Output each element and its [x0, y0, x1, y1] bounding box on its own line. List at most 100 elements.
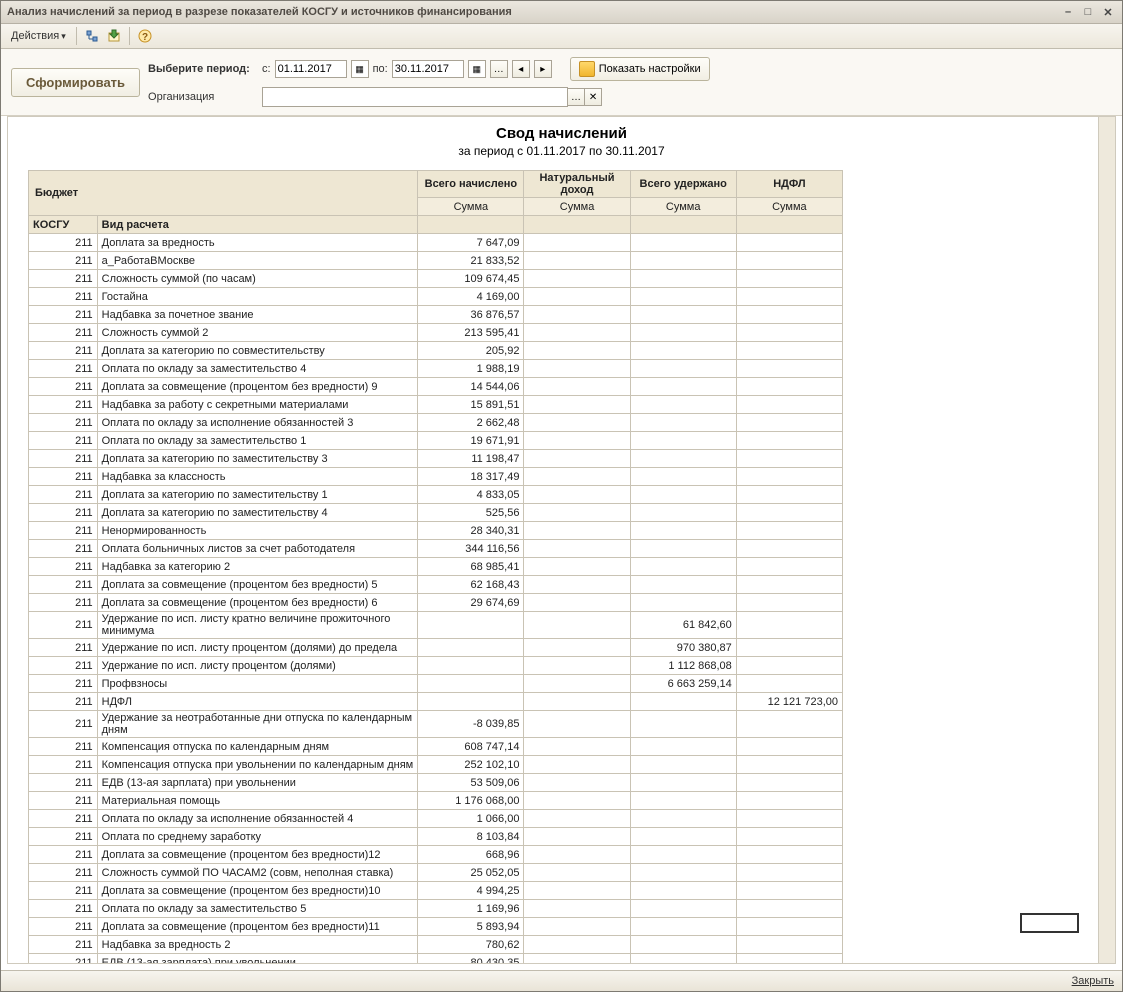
cell-ded: 1 112 868,08 — [630, 657, 736, 675]
cell-nat — [524, 693, 630, 711]
table-row[interactable]: 211Компенсация отпуска при увольнении по… — [29, 756, 843, 774]
table-row[interactable]: 211Профвзносы6 663 259,14 — [29, 675, 843, 693]
collapse-tree-icon[interactable] — [83, 27, 101, 45]
table-row[interactable]: 211Сложность суммой (по часам)109 674,45 — [29, 270, 843, 288]
table-row[interactable]: 211Удержание по исп. листу кратно величи… — [29, 612, 843, 639]
close-link[interactable]: Закрыть — [1072, 975, 1114, 987]
cell-ndfl — [736, 378, 842, 396]
cell-ded — [630, 432, 736, 450]
cell-name: Надбавка за категорию 2 — [97, 558, 418, 576]
table-row[interactable]: 211Оплата по окладу за заместительство 5… — [29, 900, 843, 918]
table-row[interactable]: 211Удержание по исп. листу процентом (до… — [29, 639, 843, 657]
table-row[interactable]: 211Ненормированность28 340,31 — [29, 522, 843, 540]
table-row[interactable]: 211Надбавка за почетное звание36 876,57 — [29, 306, 843, 324]
cell-nat — [524, 792, 630, 810]
table-row[interactable]: 211Доплата за совмещение (процентом без … — [29, 846, 843, 864]
col-kosgu: КОСГУ — [29, 216, 98, 234]
to-label: по: — [373, 63, 388, 75]
cell-nat — [524, 639, 630, 657]
table-row[interactable]: 211Доплата за вредность7 647,09 — [29, 234, 843, 252]
org-label: Организация — [148, 91, 258, 103]
table-row[interactable]: 211Оплата по окладу за исполнение обязан… — [29, 414, 843, 432]
date-from-input[interactable] — [275, 60, 347, 78]
cell-acc: 36 876,57 — [418, 306, 524, 324]
period-prev-button[interactable]: ◂ — [512, 60, 530, 78]
table-row[interactable]: 211Доплата за совмещение (процентом без … — [29, 882, 843, 900]
org-select-button[interactable]: … — [568, 88, 585, 106]
report-scroll[interactable]: Свод начислений за период с 01.11.2017 п… — [8, 117, 1115, 963]
generate-button[interactable]: Сформировать — [11, 68, 140, 97]
cell-ndfl — [736, 657, 842, 675]
cell-kosgu: 211 — [29, 792, 98, 810]
table-row[interactable]: 211Доплата за совмещение (процентом без … — [29, 576, 843, 594]
table-row[interactable]: 211Сложность суммой ПО ЧАСАМ2 (совм, неп… — [29, 864, 843, 882]
cell-nat — [524, 468, 630, 486]
cell-acc — [418, 693, 524, 711]
table-row[interactable]: 211Доплата за совмещение (процентом без … — [29, 378, 843, 396]
period-next-button[interactable]: ▸ — [534, 60, 552, 78]
table-row[interactable]: 211Удержание по исп. листу процентом (до… — [29, 657, 843, 675]
export-icon[interactable] — [105, 27, 123, 45]
organization-input[interactable] — [262, 87, 568, 107]
table-row[interactable]: 211Доплата за категорию по совместительс… — [29, 342, 843, 360]
table-row[interactable]: 211а_РаботаВМоскве21 833,52 — [29, 252, 843, 270]
table-row[interactable]: 211Удержание за неотработанные дни отпус… — [29, 711, 843, 738]
table-row[interactable]: 211Доплата за категорию по заместительст… — [29, 486, 843, 504]
calendar-icon[interactable]: ▦ — [351, 60, 369, 78]
org-clear-button[interactable]: ✕ — [585, 88, 602, 106]
table-row[interactable]: 211ЕДВ (13-ая зарплата) при увольнении80… — [29, 954, 843, 964]
table-row[interactable]: 211Доплата за категорию по заместительст… — [29, 504, 843, 522]
cell-ndfl — [736, 468, 842, 486]
table-row[interactable]: 211Надбавка за категорию 268 985,41 — [29, 558, 843, 576]
cell-kosgu: 211 — [29, 306, 98, 324]
close-icon[interactable]: ✕ — [1100, 5, 1116, 19]
vertical-scrollbar[interactable] — [1098, 117, 1115, 963]
table-row[interactable]: 211Компенсация отпуска по календарным дн… — [29, 738, 843, 756]
date-to-input[interactable] — [392, 60, 464, 78]
cell-kosgu: 211 — [29, 936, 98, 954]
cell-ded — [630, 882, 736, 900]
table-row[interactable]: 211Доплата за категорию по заместительст… — [29, 450, 843, 468]
table-row[interactable]: 211Гостайна4 169,00 — [29, 288, 843, 306]
actions-menu[interactable]: Действия▾ — [7, 30, 70, 42]
cell-nat — [524, 252, 630, 270]
minimize-icon[interactable]: – — [1060, 5, 1076, 19]
cell-ded — [630, 864, 736, 882]
table-row[interactable]: 211Материальная помощь1 176 068,00 — [29, 792, 843, 810]
cell-ndfl — [736, 576, 842, 594]
table-row[interactable]: 211Оплата по окладу за заместительство 4… — [29, 360, 843, 378]
cell-nat — [524, 954, 630, 964]
table-row[interactable]: 211Надбавка за работу с секретными матер… — [29, 396, 843, 414]
cell-ded: 970 380,87 — [630, 639, 736, 657]
cell-ded — [630, 936, 736, 954]
cell-acc: 18 317,49 — [418, 468, 524, 486]
table-row[interactable]: 211Сложность суммой 2213 595,41 — [29, 324, 843, 342]
table-row[interactable]: 211ЕДВ (13-ая зарплата) при увольнении53… — [29, 774, 843, 792]
cell-nat — [524, 738, 630, 756]
cell-ded — [630, 396, 736, 414]
cell-ded — [630, 774, 736, 792]
cell-name: Материальная помощь — [97, 792, 418, 810]
cell-name: Удержание по исп. листу кратно величине … — [97, 612, 418, 639]
maximize-icon[interactable]: □ — [1080, 5, 1096, 19]
cell-acc: 668,96 — [418, 846, 524, 864]
calendar-icon[interactable]: ▦ — [468, 60, 486, 78]
cell-name: Доплата за совмещение (процентом без вре… — [97, 378, 418, 396]
help-icon[interactable]: ? — [136, 27, 154, 45]
table-row[interactable]: 211Оплата по среднему заработку8 103,84 — [29, 828, 843, 846]
table-row[interactable]: 211Надбавка за классность18 317,49 — [29, 468, 843, 486]
table-row[interactable]: 211Доплата за совмещение (процентом без … — [29, 918, 843, 936]
table-row[interactable]: 211Доплата за совмещение (процентом без … — [29, 594, 843, 612]
cell-ndfl — [736, 774, 842, 792]
table-row[interactable]: 211Оплата больничных листов за счет рабо… — [29, 540, 843, 558]
cell-acc — [418, 675, 524, 693]
table-row[interactable]: 211НДФЛ12 121 723,00 — [29, 693, 843, 711]
cell-ded — [630, 306, 736, 324]
table-row[interactable]: 211Оплата по окладу за исполнение обязан… — [29, 810, 843, 828]
cell-nat — [524, 756, 630, 774]
toolbar: Действия▾ ? — [1, 24, 1122, 49]
period-picker-button[interactable]: … — [490, 60, 508, 78]
show-settings-button[interactable]: Показать настройки — [570, 57, 710, 81]
table-row[interactable]: 211Оплата по окладу за заместительство 1… — [29, 432, 843, 450]
table-row[interactable]: 211Надбавка за вредность 2780,62 — [29, 936, 843, 954]
